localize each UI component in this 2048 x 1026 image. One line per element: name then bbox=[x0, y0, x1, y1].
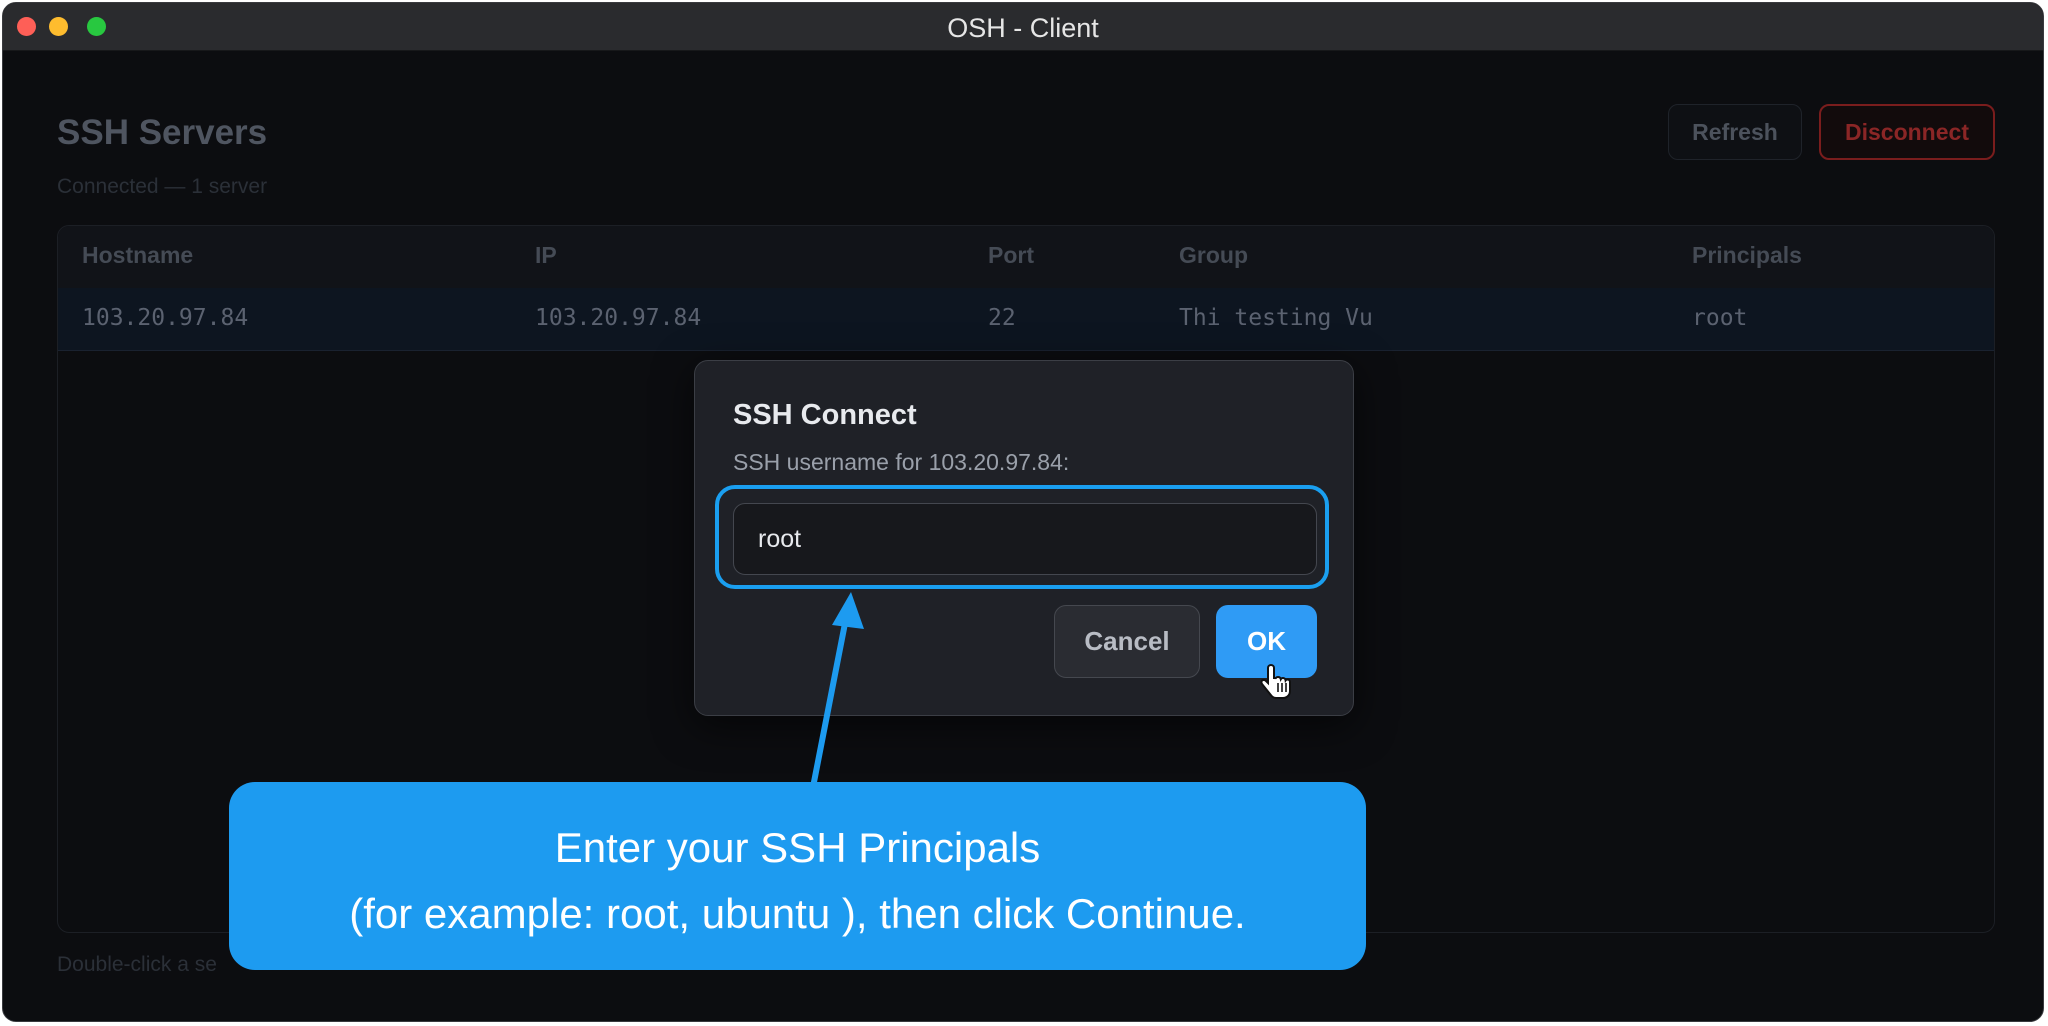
cell-ip: 103.20.97.84 bbox=[535, 305, 702, 331]
ssh-connect-dialog: SSH Connect SSH username for 103.20.97.8… bbox=[694, 360, 1354, 716]
hand-pointer-icon bbox=[1260, 663, 1291, 699]
cancel-button[interactable]: Cancel bbox=[1054, 605, 1200, 678]
instruction-callout: Enter your SSH Principals (for example: … bbox=[229, 782, 1366, 970]
dialog-title: SSH Connect bbox=[733, 399, 917, 431]
title-bar: OSH - Client bbox=[3, 3, 2043, 51]
column-header-ip[interactable]: IP bbox=[535, 242, 557, 269]
refresh-button[interactable]: Refresh bbox=[1668, 104, 1802, 160]
callout-line-2: (for example: root, ubuntu ), then click… bbox=[349, 890, 1246, 937]
callout-line-1: Enter your SSH Principals bbox=[554, 824, 1041, 871]
table-row[interactable]: 103.20.97.84 103.20.97.84 22 Thi testing… bbox=[58, 288, 1994, 351]
cell-port: 22 bbox=[988, 305, 1016, 331]
table-header: Hostname IP Port Group Principals bbox=[58, 226, 1994, 289]
dialog-prompt: SSH username for 103.20.97.84: bbox=[733, 449, 1070, 475]
connection-status: Connected — 1 server bbox=[57, 175, 268, 198]
column-header-group[interactable]: Group bbox=[1179, 242, 1248, 269]
input-highlight-outline bbox=[715, 485, 1329, 589]
column-header-port[interactable]: Port bbox=[988, 242, 1034, 269]
cell-group: Thi testing Vu bbox=[1179, 305, 1373, 331]
cell-principals: root bbox=[1692, 305, 1748, 331]
column-header-hostname[interactable]: Hostname bbox=[82, 242, 193, 269]
window-title: OSH - Client bbox=[947, 13, 1099, 43]
column-header-principals[interactable]: Principals bbox=[1692, 242, 1802, 269]
disconnect-button[interactable]: Disconnect bbox=[1819, 104, 1995, 160]
page-title: SSH Servers bbox=[57, 113, 268, 152]
footer-hint: Double-click a se bbox=[57, 953, 217, 976]
cell-hostname: 103.20.97.84 bbox=[82, 305, 249, 331]
